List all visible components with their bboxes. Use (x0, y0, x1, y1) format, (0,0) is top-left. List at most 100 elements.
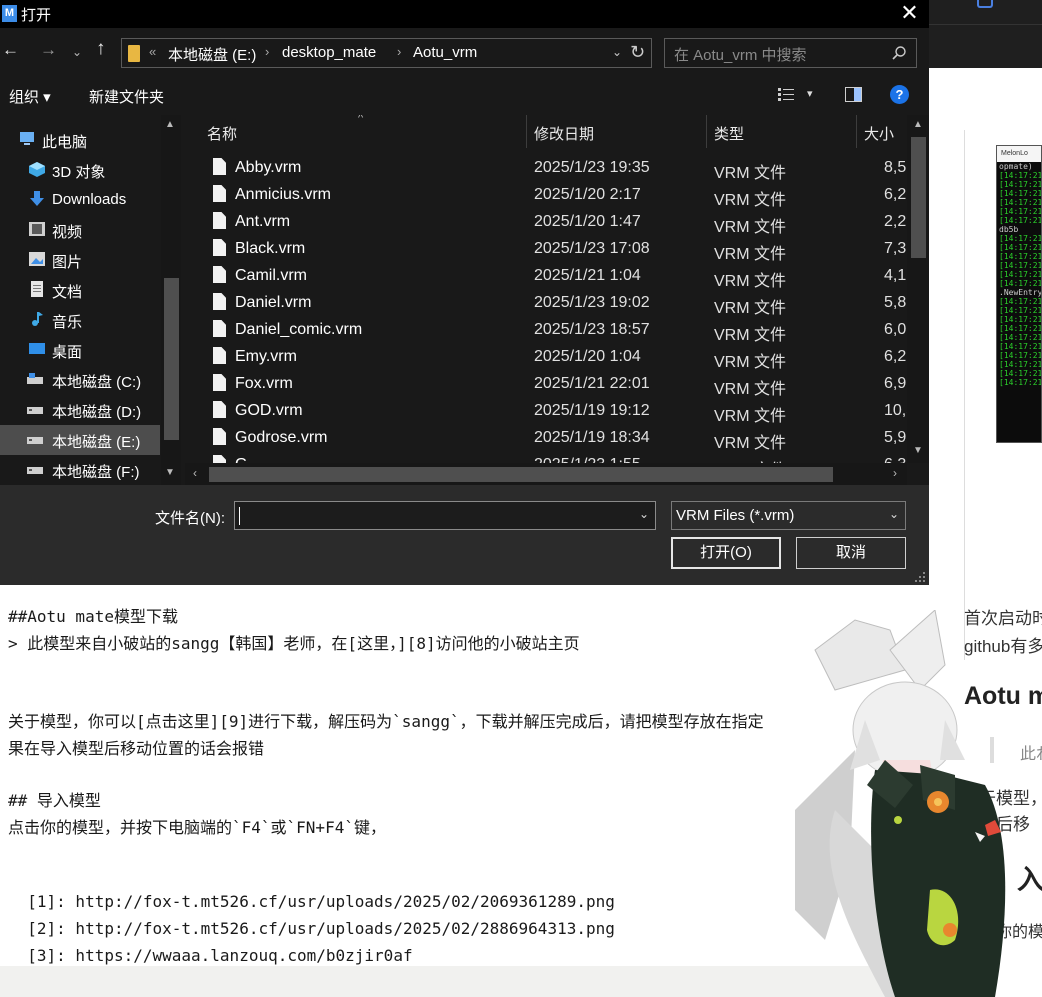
breadcrumb-desktop-mate[interactable]: desktop_mate (282, 44, 376, 61)
breadcrumb-aotu-vrm[interactable]: Aotu_vrm (413, 44, 477, 61)
breadcrumb-separator[interactable]: › (397, 44, 401, 59)
forward-button[interactable]: → (40, 40, 57, 60)
column-divider[interactable] (856, 115, 857, 148)
file-size: 2,2 (884, 213, 907, 230)
file-type: VRM 文件 (714, 354, 787, 371)
file-row[interactable]: Fox.vrm 2025/1/21 22:01 VRM 文件 6,9 (205, 371, 907, 398)
nav-item-label: 本地磁盘 (C:) (52, 374, 142, 391)
breadcrumb-overflow[interactable]: « (149, 44, 156, 59)
up-folder-button[interactable]: ↑ (96, 38, 106, 60)
file-type: VRM 文件 (714, 165, 787, 182)
scroll-up-icon[interactable]: ▲ (165, 119, 175, 130)
nav-item-desktop[interactable]: 桌面 (0, 335, 160, 365)
file-row[interactable]: Daniel.vrm 2025/1/23 19:02 VRM 文件 5,8 (205, 290, 907, 317)
console-title: MelonLo (997, 146, 1041, 162)
console-line: [14:17:21 (999, 279, 1042, 288)
cancel-button[interactable]: 取消 (796, 537, 906, 569)
view-dropdown-icon[interactable]: ▾ (807, 87, 813, 100)
nav-item-3d-objects[interactable]: 3D 对象 (0, 155, 160, 185)
nav-item-downloads[interactable]: Downloads (0, 185, 160, 215)
editor-line: [3]: https://wwaaa.lanzouq.com/b0zjir0af (8, 946, 413, 965)
scroll-down-icon[interactable]: ▼ (913, 445, 923, 456)
nav-item-drive-e[interactable]: 本地磁盘 (E:) (0, 425, 160, 455)
breadcrumb-separator[interactable]: › (265, 44, 269, 59)
file-row[interactable]: GOD.vrm 2025/1/19 19:12 VRM 文件 10,3 (205, 398, 915, 425)
preview-pane-icon[interactable] (845, 87, 862, 102)
column-header-type[interactable]: 类型 (714, 123, 744, 144)
nav-item-documents[interactable]: 文档 (0, 275, 160, 305)
file-row[interactable]: Abby.vrm 2025/1/23 19:35 VRM 文件 8,5 (205, 155, 907, 182)
close-button[interactable]: ✕ (890, 0, 929, 28)
scroll-right-icon[interactable]: › (893, 466, 897, 480)
resize-grip-icon[interactable] (914, 571, 926, 583)
nav-item-drive-f[interactable]: 本地磁盘 (F:) (0, 455, 160, 485)
scroll-up-icon[interactable]: ▲ (913, 119, 923, 130)
file-row[interactable]: Daniel_comic.vrm 2025/1/23 18:57 VRM 文件 6,0 (205, 317, 907, 344)
nav-item-label: 文档 (52, 284, 83, 301)
column-header-name[interactable]: 名称 (207, 123, 237, 144)
column-divider[interactable] (706, 115, 707, 148)
back-button[interactable]: ← (2, 40, 19, 60)
file-icon (213, 293, 226, 310)
file-list-horizontal-scrollbar[interactable]: ‹ › (185, 463, 907, 485)
file-row[interactable]: Ant.vrm 2025/1/20 1:47 VRM 文件 2,2 (205, 209, 907, 236)
scrollbar-thumb[interactable] (911, 137, 926, 258)
navigation-pane: 此电脑 3D 对象 Downloads 视频 图片 文档 音乐 桌面 本地磁盘 … (0, 115, 185, 485)
console-line: [14:17:21 (999, 189, 1042, 198)
file-row[interactable]: Camil.vrm 2025/1/21 1:04 VRM 文件 4,1 (205, 263, 907, 290)
filename-label: 文件名(N): (155, 510, 225, 527)
file-modified-date: 2025/1/23 19:02 (534, 294, 650, 311)
address-bar[interactable]: « 本地磁盘 (E:) › desktop_mate › Aotu_vrm ⌄ … (121, 38, 652, 68)
recent-locations-button[interactable]: ⌄ (72, 45, 82, 59)
console-line: [14:17:21 (999, 315, 1042, 324)
nav-item-music[interactable]: 音乐 (0, 305, 160, 335)
nav-item-drive-c[interactable]: 本地磁盘 (C:) (0, 365, 160, 395)
search-input[interactable]: 在 Aotu_vrm 中搜索 (664, 38, 917, 68)
column-divider[interactable] (526, 115, 527, 148)
nav-item-drive-d[interactable]: 本地磁盘 (D:) (0, 395, 160, 425)
file-size: 5,8 (884, 294, 907, 311)
file-icon (213, 428, 226, 445)
file-name: Godrose.vrm (235, 429, 328, 446)
column-header-size[interactable]: 大小 (864, 123, 894, 144)
console-line: [14:17:21 (999, 261, 1042, 270)
nav-item-pictures[interactable]: 图片 (0, 245, 160, 275)
file-type-select[interactable]: VRM Files (*.vrm) ⌄ (671, 501, 906, 530)
markdown-editor[interactable]: ##Aotu mate模型下载 > 此模型来自小破站的sangg【韩国】老师，在… (0, 585, 929, 966)
breadcrumb-drive-e[interactable]: 本地磁盘 (E:) (168, 44, 256, 65)
file-type: VRM 文件 (714, 300, 787, 317)
filename-input[interactable]: ⌄ (234, 501, 656, 530)
address-dropdown-button[interactable]: ⌄ (612, 45, 622, 59)
scroll-down-icon[interactable]: ▼ (165, 467, 175, 478)
nav-scrollbar[interactable]: ▲ ▼ (161, 115, 181, 485)
scrollbar-thumb[interactable] (164, 278, 179, 440)
help-icon[interactable]: ? (890, 85, 909, 104)
nav-item-label: 图片 (52, 254, 83, 271)
organize-button[interactable]: 组织 ▾ (9, 86, 51, 107)
open-button[interactable]: 打开(O) (671, 537, 781, 569)
scrollbar-thumb[interactable] (209, 467, 833, 482)
scroll-left-icon[interactable]: ‹ (193, 466, 197, 480)
file-modified-date: 2025/1/23 19:35 (534, 159, 650, 176)
new-folder-button[interactable]: 新建文件夹 (89, 86, 164, 107)
nav-item-videos[interactable]: 视频 (0, 215, 160, 245)
filename-history-dropdown[interactable]: ⌄ (639, 507, 649, 521)
refresh-button[interactable]: ↻ (630, 42, 645, 63)
file-icon (213, 374, 226, 391)
file-list-vertical-scrollbar[interactable]: ▲ ▼ (907, 115, 929, 463)
view-options-icon[interactable] (777, 87, 795, 102)
file-row[interactable]: Anmicius.vrm 2025/1/20 2:17 VRM 文件 6,2 (205, 182, 907, 209)
file-row[interactable]: Black.vrm 2025/1/23 17:08 VRM 文件 7,3 (205, 236, 907, 263)
search-icon[interactable] (891, 45, 907, 61)
sort-ascending-icon: ^ (358, 115, 364, 124)
file-row[interactable]: Emy.vrm 2025/1/20 1:04 VRM 文件 6,2 (205, 344, 907, 371)
chevron-down-icon[interactable]: ⌄ (889, 507, 899, 521)
search-placeholder: 在 Aotu_vrm 中搜索 (674, 47, 807, 64)
nav-item-this-pc[interactable]: 此电脑 (0, 125, 160, 155)
column-header-modified[interactable]: 修改日期 (534, 123, 594, 144)
dialog-footer: 文件名(N): ⌄ VRM Files (*.vrm) ⌄ 打开(O) 取消 (0, 485, 929, 585)
file-row[interactable]: Godrose.vrm 2025/1/19 18:34 VRM 文件 5,9 (205, 425, 907, 452)
console-line: opmate) (999, 162, 1033, 171)
drive-icon (27, 407, 43, 414)
mascot-character-image[interactable] (795, 610, 1042, 997)
